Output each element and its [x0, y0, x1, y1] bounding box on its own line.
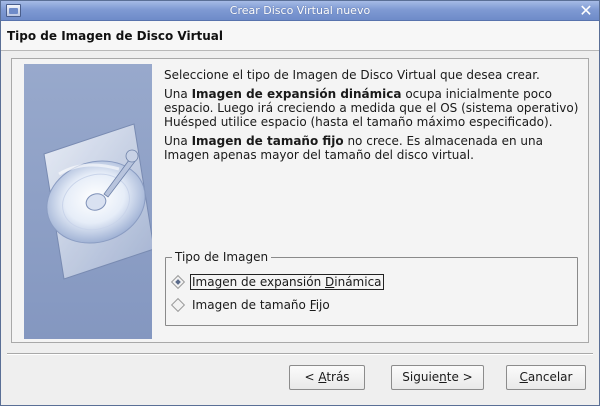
fixed-image-paragraph: Una Imagen de tamaño fijo no crece. Es a… — [164, 134, 579, 162]
radio-label-fixed[interactable]: Imagen de tamaño Fijo — [190, 297, 332, 313]
next-text-pre: Siguie — [402, 370, 440, 384]
image-type-groupbox: Tipo de Imagen Imagen de expansión Dinám… — [165, 250, 578, 326]
radio-dynamic-text-post: inámica — [334, 275, 382, 289]
radio-dynamic-mnemonic: D — [325, 275, 335, 289]
cancel-text-post: ancelar — [527, 370, 573, 384]
radio-indicator-fixed[interactable] — [172, 299, 184, 311]
radio-fixed-image[interactable]: Imagen de tamaño Fijo — [172, 296, 332, 314]
radio-dynamic-image[interactable]: Imagen de expansión Dinámica — [172, 273, 384, 291]
hard-disk-icon — [43, 123, 152, 280]
window-title: Crear Disco Virtual nuevo — [229, 4, 371, 17]
cancel-button[interactable]: Cancelar — [506, 365, 586, 390]
radio-label-dynamic[interactable]: Imagen de expansión Dinámica — [190, 274, 384, 290]
image-type-legend: Tipo de Imagen — [172, 250, 272, 264]
hard-disk-illustration — [24, 64, 152, 339]
radio-indicator-dynamic[interactable] — [172, 276, 184, 288]
button-separator — [7, 353, 593, 355]
dynamic-image-paragraph: Una Imagen de expansión dinámica ocupa i… — [164, 87, 579, 129]
close-icon[interactable]: ✕ — [577, 2, 595, 19]
intro-paragraph: Seleccione el tipo de Imagen de Disco Vi… — [164, 68, 540, 82]
fixed-para-bold: Imagen de tamaño fijo — [191, 134, 344, 148]
next-mnemonic: n — [439, 370, 447, 384]
page-header: Tipo de Imagen de Disco Virtual — [1, 21, 599, 51]
title-bar[interactable]: Crear Disco Virtual nuevo ✕ — [1, 1, 599, 21]
radio-dynamic-text-pre: Imagen de expansión — [192, 275, 326, 289]
cancel-mnemonic: C — [519, 370, 528, 384]
dialog-window: Crear Disco Virtual nuevo ✕ Tipo de Imag… — [0, 0, 600, 406]
description-text: Seleccione el tipo de Imagen de Disco Vi… — [164, 68, 579, 167]
dynamic-para-prefix: Una — [164, 87, 192, 101]
radio-fixed-text-pre: Imagen de tamaño — [192, 298, 310, 312]
next-button[interactable]: Siguiente > — [391, 365, 484, 390]
dynamic-para-bold: Imagen de expansión dinámica — [191, 87, 402, 101]
content-frame: Seleccione el tipo de Imagen de Disco Vi… — [11, 58, 589, 343]
radio-fixed-text-post: ijo — [315, 298, 330, 312]
back-text-pre: < — [304, 370, 319, 384]
back-text-post: trás — [326, 370, 350, 384]
fixed-para-prefix: Una — [164, 134, 192, 148]
back-button[interactable]: < Atrás — [289, 365, 365, 390]
next-text-post: te > — [446, 370, 473, 384]
page-title: Tipo de Imagen de Disco Virtual — [7, 29, 223, 43]
